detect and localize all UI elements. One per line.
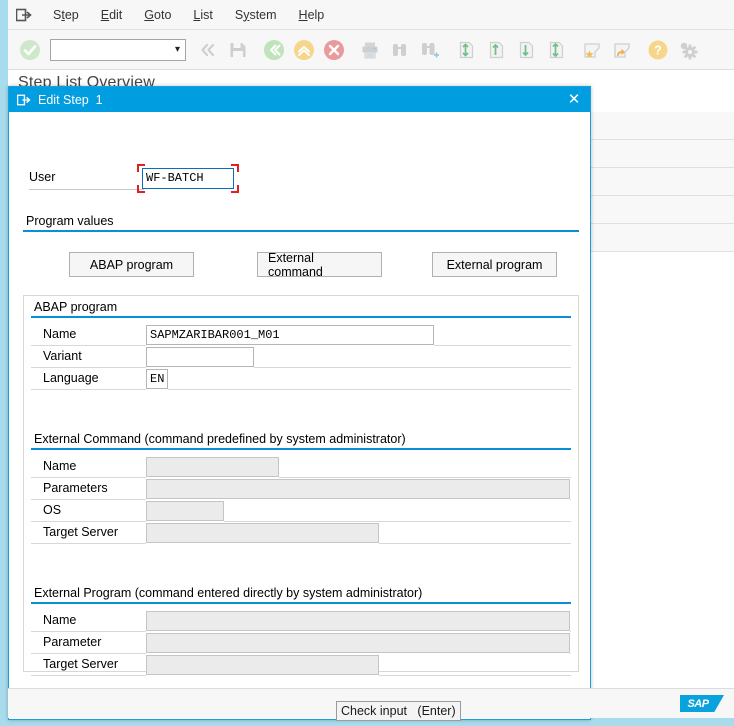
extcmd-name-input[interactable]: [146, 457, 279, 477]
cancel-icon[interactable]: [320, 36, 348, 64]
field-row: Parameter: [31, 632, 571, 654]
field-row: Language EN: [31, 368, 571, 390]
menu-item-step[interactable]: Step: [42, 5, 90, 25]
find-icon: [386, 36, 414, 64]
extcmd-os-input[interactable]: [146, 501, 224, 521]
extcmd-parameters-input[interactable]: [146, 479, 570, 499]
sap-gui-window: Step Edit Goto List System Help ▾: [0, 0, 734, 726]
abap-name-input[interactable]: SAPMZARIBAR001_M01: [146, 325, 434, 345]
extprog-target-server-label: Target Server: [31, 654, 146, 676]
first-page-icon: [452, 36, 480, 64]
previous-page-icon: [194, 36, 222, 64]
abap-program-title: ABAP program: [31, 300, 571, 314]
abap-language-label: Language: [31, 368, 146, 390]
external-command-button[interactable]: External command: [257, 252, 382, 277]
external-program-title: External Program (command entered direct…: [31, 586, 571, 600]
menu-item-list[interactable]: List: [182, 5, 223, 25]
abap-language-input[interactable]: EN: [146, 369, 168, 389]
extcmd-target-server-input[interactable]: [146, 523, 379, 543]
external-program-group: External Program (command entered direct…: [31, 586, 571, 676]
find-next-icon: [416, 36, 444, 64]
menu-item-help[interactable]: Help: [288, 5, 336, 25]
abap-program-group: ABAP program Name SAPMZARIBAR001_M01 Var…: [31, 300, 571, 390]
abap-variant-input[interactable]: [146, 347, 254, 367]
edit-step-dialog: Edit Step 1 ✕ User WF-BATCH Program valu…: [8, 86, 591, 720]
extcmd-parameters-label: Parameters: [31, 478, 146, 500]
enter-check-icon[interactable]: [16, 36, 44, 64]
tooltip: Check input (Enter): [336, 701, 461, 721]
sap-menu-icon[interactable]: [14, 5, 34, 25]
user-label-rule: [29, 189, 144, 190]
next-page-icon: [512, 36, 540, 64]
external-command-group: External Command (command predefined by …: [31, 432, 571, 544]
menu-item-system[interactable]: System: [224, 5, 288, 25]
user-row: User WF-BATCH: [9, 166, 590, 192]
extprog-name-label: Name: [31, 610, 146, 632]
edit-step-icon: [17, 93, 31, 107]
external-command-title: External Command (command predefined by …: [31, 432, 571, 446]
previous-page-arrow-icon: [482, 36, 510, 64]
field-row: Parameters: [31, 478, 571, 500]
dialog-title: Edit Step 1: [38, 93, 564, 107]
group-rule: [31, 602, 571, 604]
group-rule: [31, 448, 571, 450]
dialog-body: User WF-BATCH Program values ABAP progra…: [9, 112, 590, 719]
field-row: OS: [31, 500, 571, 522]
program-type-buttons: ABAP program External command External p…: [23, 238, 579, 291]
command-field[interactable]: ▾: [50, 39, 186, 61]
group-rule: [31, 316, 571, 318]
sap-logo: SAP: [680, 695, 724, 712]
menu-bar: Step Edit Goto List System Help: [8, 0, 734, 30]
user-input[interactable]: WF-BATCH: [142, 168, 234, 189]
user-label: User: [29, 170, 55, 184]
extprog-parameter-label: Parameter: [31, 632, 146, 654]
field-row: Name: [31, 610, 571, 632]
abap-variant-label: Variant: [31, 346, 146, 368]
help-icon[interactable]: ?: [644, 36, 672, 64]
program-values-title: Program values: [23, 214, 579, 228]
save-icon: [224, 36, 252, 64]
field-row: Target Server: [31, 522, 571, 544]
menu-item-edit[interactable]: Edit: [90, 5, 134, 25]
chevron-down-icon[interactable]: ▾: [175, 45, 180, 55]
external-program-button[interactable]: External program: [432, 252, 557, 277]
dialog-title-bar[interactable]: Edit Step 1 ✕: [9, 87, 590, 112]
close-icon[interactable]: ✕: [564, 90, 584, 110]
main-toolbar: ▾: [8, 30, 734, 70]
user-field-focus-frame: WF-BATCH: [137, 164, 239, 194]
exit-icon[interactable]: [290, 36, 318, 64]
group-rule: [23, 230, 579, 232]
program-values-group: Program values ABAP program External com…: [23, 214, 579, 291]
field-row: Target Server: [31, 654, 571, 676]
svg-text:?: ?: [654, 43, 662, 57]
generate-shortcut-icon: [608, 36, 636, 64]
back-icon[interactable]: [260, 36, 288, 64]
abap-program-button[interactable]: ABAP program: [69, 252, 194, 277]
menu-item-goto[interactable]: Goto: [133, 5, 182, 25]
field-row: Name SAPMZARIBAR001_M01: [31, 324, 571, 346]
extprog-parameter-input[interactable]: [146, 633, 570, 653]
print-icon: [356, 36, 384, 64]
field-row: Variant: [31, 346, 571, 368]
customize-local-layout-icon[interactable]: [674, 36, 702, 64]
extcmd-target-server-label: Target Server: [31, 522, 146, 544]
last-page-icon: [542, 36, 570, 64]
abap-name-label: Name: [31, 324, 146, 346]
extprog-target-server-input[interactable]: [146, 655, 379, 675]
extcmd-name-label: Name: [31, 456, 146, 478]
field-row: Name: [31, 456, 571, 478]
extprog-name-input[interactable]: [146, 611, 570, 631]
extcmd-os-label: OS: [31, 500, 146, 522]
create-favorite-icon: [578, 36, 606, 64]
